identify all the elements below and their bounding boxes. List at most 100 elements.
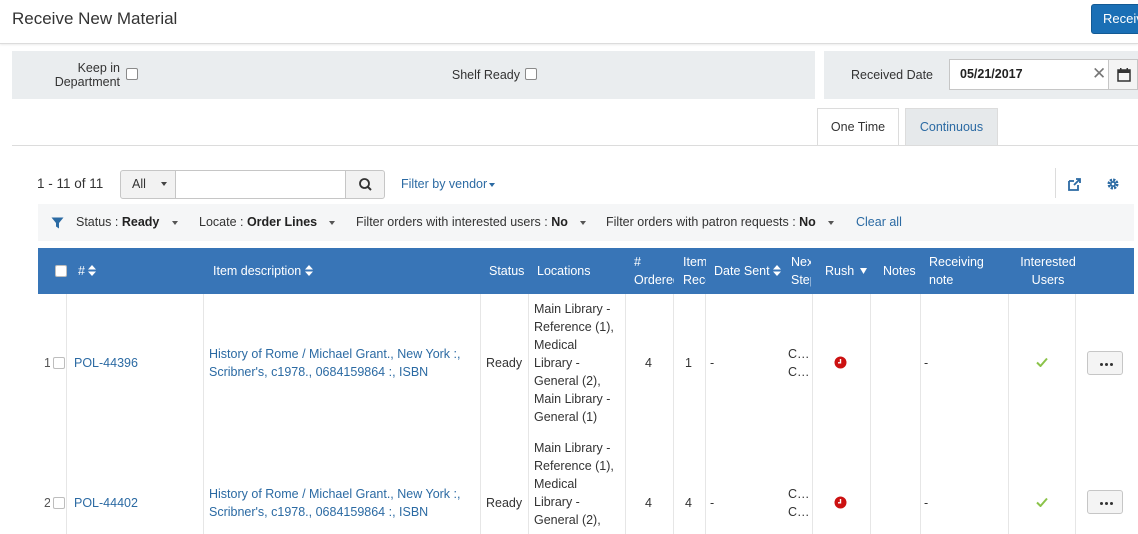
location-line: Reference (1), [534,459,614,473]
column-header-num[interactable]: # [78,262,97,280]
column-header-items-received: Items Received [683,253,706,289]
receive-button[interactable]: Receive [1091,4,1138,34]
tab-one-time[interactable]: One Time [817,108,899,146]
cell-divider [625,433,626,534]
item-description-link[interactable]: History of Rome / Michael Grant., New Yo… [209,485,460,521]
more-icon [1110,502,1113,505]
row-actions-button[interactable] [1087,351,1123,375]
item-description-line1: History of Rome / Michael Grant., New Yo… [209,487,461,501]
cell-divider [625,294,626,433]
page-title: Receive New Material [12,9,178,28]
column-interested-users-line1: Interested [1020,255,1076,269]
row-actions-button[interactable] [1087,490,1123,514]
location-line: Main Library - [534,392,611,406]
pol-link[interactable]: POL-44402 [74,494,138,512]
column-header-status: Status [489,264,525,278]
filter-patron-requests[interactable]: Filter orders with patron requests : No [606,215,816,229]
status-value: Ready [486,496,523,510]
location-line: General (2), [534,513,601,527]
filter-status[interactable]: Status : Ready [76,215,159,229]
table-row[interactable]: 2 POL-44402 History of Rome / Michael Gr… [38,433,1134,534]
cell-divider [812,294,813,433]
item-description-link[interactable]: History of Rome / Michael Grant., New Yo… [209,345,460,381]
clear-all-filters-link[interactable]: Clear all [856,215,902,229]
next-step-line2: C… [788,505,810,519]
filter-locate[interactable]: Locate : Order Lines [199,215,317,229]
row-index: 2 [44,496,50,510]
column-header-locations: Locations [537,264,591,278]
cell-divider [812,433,813,534]
filter-interested-users[interactable]: Filter orders with interested users : No [356,215,568,229]
locations-value: Main Library - Reference (1), Medical Li… [534,300,614,426]
column-receiving-note-line2: note [929,273,954,287]
keep-in-department-line2: Department [54,75,120,89]
clear-icon[interactable]: ✕ [1092,65,1106,83]
cell-divider [66,294,67,433]
active-filters-bar: Status : Ready Locate : Order Lines Filt… [38,204,1134,241]
cell-divider [705,433,706,534]
next-step-line2: C… [788,365,810,379]
column-rush-label: Rush [825,264,855,278]
cell-divider [870,433,871,534]
sort-icon [304,265,313,276]
search-scope-select[interactable]: All [120,170,176,199]
cell-divider [66,433,67,534]
cell-divider [203,294,204,433]
received-date-input[interactable]: 05/21/2017 [949,59,1109,90]
calendar-button[interactable] [1109,59,1138,90]
calendar-icon [1117,68,1131,82]
next-step-line1: C… [788,347,810,361]
select-all-checkbox[interactable] [55,265,67,277]
table-row[interactable]: 1 POL-44396 History of Rome / Michael Gr… [38,294,1134,433]
tab-continuous[interactable]: Continuous [905,108,998,146]
column-header-interested-users: Interested Users [1010,253,1086,289]
table-header: # Item description Status Locations # Or… [38,248,1134,294]
row-checkbox[interactable] [53,497,65,509]
cell-divider [1075,433,1076,534]
export-icon[interactable] [1067,177,1082,192]
cell-divider [480,294,481,433]
cell-divider [1008,294,1009,433]
next-step-line1: C… [788,487,810,501]
row-checkbox[interactable] [53,357,65,369]
filter-status-label: Status : [76,215,122,229]
more-icon [1110,363,1113,366]
cell-divider [673,433,674,534]
shelf-ready-checkbox[interactable] [525,68,537,80]
filter-patron-requests-value: No [799,215,816,229]
column-header-date-sent[interactable]: Date Sent [714,262,782,280]
sort-icon [773,265,782,276]
search-icon [359,178,372,191]
column-item-description-label: Item description [213,264,302,278]
cell-divider [1008,433,1009,534]
column-date-sent-label: Date Sent [714,264,770,278]
locations-value: Main Library - Reference (1), Medical Li… [534,439,614,529]
status-value: Ready [486,356,523,370]
pol-link[interactable]: POL-44396 [74,354,138,372]
chevron-down-icon [172,221,178,225]
search-input[interactable] [175,170,346,199]
location-line: Main Library - [534,302,611,316]
column-header-item-description[interactable]: Item description [213,262,313,280]
location-line: Reference (1), [534,320,614,334]
column-num-label: # [78,264,85,278]
cell-divider [1075,294,1076,433]
chevron-down-icon [161,182,167,186]
more-icon [1105,363,1108,366]
column-header-rush[interactable]: Rush [825,262,867,280]
filter-by-vendor-link[interactable]: Filter by vendor [401,177,487,191]
column-header-next-step: Next Step [791,253,811,289]
cell-divider [920,294,921,433]
cell-divider [528,433,529,534]
filter-locate-value: Order Lines [246,215,318,229]
more-icon [1100,363,1103,366]
search-button[interactable] [345,170,385,199]
location-line: Main Library - [534,441,611,455]
column-next-step-line1: Next [791,255,811,269]
cell-divider [480,433,481,534]
shelf-ready-label: Shelf Ready [451,68,520,82]
filter-interested-users-label: Filter orders with interested users : [356,215,552,229]
keep-in-department-checkbox[interactable] [126,68,138,80]
column-items-received-line2: Received [683,273,706,287]
gear-icon[interactable] [1106,177,1120,191]
